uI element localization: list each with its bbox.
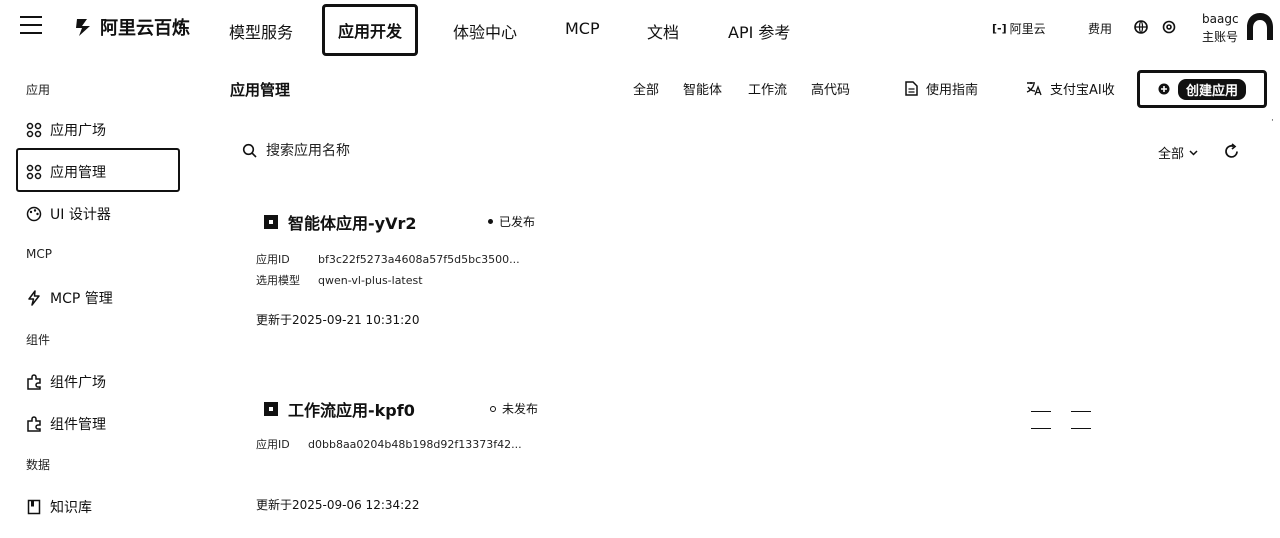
- search-box[interactable]: [242, 142, 468, 160]
- status-dot-icon: [488, 219, 493, 224]
- sidebar-group-data: 数据: [26, 458, 51, 472]
- nav-experience-center[interactable]: 体验中心: [453, 19, 517, 43]
- app-id-row: 应用ID d0bb8aa0204b48b198d92f13373f42...: [256, 436, 522, 452]
- status-label: 已发布: [499, 215, 536, 229]
- create-app-label: 创建应用: [1177, 78, 1246, 100]
- book-icon: [27, 499, 41, 515]
- avatar[interactable]: [1244, 10, 1276, 44]
- user-role: 主账号: [1202, 30, 1239, 44]
- globe-icon[interactable]: [1133, 19, 1149, 35]
- top-bar: 阿里云百炼 模型服务 应用开发 体验中心 MCP 文档 API 参考 [-] 阿…: [0, 0, 1280, 58]
- nav-model-service[interactable]: 模型服务: [229, 19, 293, 43]
- user-name: baagc: [1202, 12, 1239, 26]
- user-info[interactable]: baagc 主账号: [1202, 10, 1239, 46]
- cursor-mark: ·: [1271, 116, 1274, 126]
- status-dot-icon: [490, 405, 496, 412]
- filter-all[interactable]: 全部: [633, 79, 659, 98]
- app-name: 工作流应用-kpf0: [288, 401, 415, 420]
- sort-select-value: 全部: [1158, 147, 1185, 162]
- sidebar-item-label: 知识库: [50, 500, 92, 516]
- alipay-link[interactable]: 支付宝AI收: [1026, 79, 1115, 98]
- app-model-value: qwen-vl-plus-latest: [318, 274, 423, 287]
- divider: [1071, 428, 1091, 429]
- app-updated: 更新于2025-09-21 10:31:20: [256, 313, 420, 327]
- grid-icon: [26, 164, 42, 180]
- sidebar-item-app-manage[interactable]: 应用管理: [26, 162, 106, 182]
- app-card[interactable]: 智能体应用-yVr2 已发布 应用ID bf3c22f5273a4608a57f5…: [256, 208, 556, 338]
- sidebar-item-component-plaza[interactable]: 组件广场: [26, 372, 106, 392]
- app-model-row: 选用模型 qwen-vl-plus-latest: [256, 272, 423, 288]
- app-id-value: bf3c22f5273a4608a57f5d5bc3500...: [318, 253, 520, 266]
- create-app-button[interactable]: 创建应用: [1137, 70, 1267, 108]
- status-badge: 已发布: [488, 213, 535, 230]
- nav-api-reference[interactable]: API 参考: [728, 19, 790, 43]
- puzzle-icon: [27, 416, 41, 432]
- workflow-app-icon: [264, 402, 278, 416]
- palette-icon: [26, 206, 42, 222]
- alipay-label: 支付宝AI收: [1050, 83, 1115, 98]
- nav-docs[interactable]: 文档: [647, 19, 679, 43]
- page-title: 应用管理: [230, 81, 291, 99]
- filter-agent[interactable]: 智能体: [683, 79, 722, 98]
- divider: [1071, 411, 1091, 412]
- search-input[interactable]: [264, 142, 468, 160]
- translate-icon: [1026, 82, 1042, 96]
- sidebar-item-label: 组件管理: [50, 417, 106, 433]
- filter-workflow[interactable]: 工作流: [748, 79, 787, 98]
- sidebar-item-label: 组件广场: [50, 375, 106, 391]
- app-id-row: 应用ID bf3c22f5273a4608a57f5d5bc3500...: [256, 251, 520, 267]
- app-updated: 更新于2025-09-06 12:34:22: [256, 498, 420, 512]
- divider: [1031, 411, 1051, 412]
- app-model-label: 选用模型: [256, 274, 300, 287]
- filter-high-code[interactable]: 高代码: [811, 79, 850, 98]
- sidebar-group-component: 组件: [26, 333, 51, 347]
- plus-circle-icon: [1158, 83, 1170, 95]
- app-id-label: 应用ID: [256, 253, 290, 266]
- aliyun-label: 阿里云: [1009, 22, 1046, 36]
- app-name: 智能体应用-yVr2: [288, 214, 417, 233]
- nav-app-dev-label: 应用开发: [337, 22, 402, 41]
- divider: [1031, 428, 1051, 429]
- brand-name: 阿里云百炼: [100, 18, 190, 39]
- app-card-title: 工作流应用-kpf0: [264, 397, 415, 421]
- agent-app-icon: [264, 215, 278, 229]
- sidebar-item-label: MCP 管理: [50, 291, 113, 307]
- sidebar-group-mcp: MCP: [26, 247, 52, 261]
- refresh-icon[interactable]: [1223, 143, 1240, 160]
- sidebar-item-ui-designer[interactable]: UI 设计器: [26, 204, 111, 224]
- status-badge: 未发布: [490, 400, 538, 417]
- aliyun-link[interactable]: [-] 阿里云: [992, 20, 1046, 37]
- sidebar-item-knowledge-base[interactable]: 知识库: [26, 497, 92, 517]
- app-card[interactable]: 工作流应用-kpf0 未发布 应用ID d0bb8aa0204b48b198d92…: [256, 395, 556, 515]
- search-icon: [242, 143, 257, 158]
- nav-app-dev[interactable]: 应用开发: [322, 4, 418, 56]
- sidebar-item-app-plaza[interactable]: 应用广场: [26, 120, 106, 140]
- sidebar-item-mcp-manage[interactable]: MCP 管理: [26, 288, 113, 308]
- fee-link[interactable]: 费用: [1088, 20, 1112, 37]
- nav-mcp[interactable]: MCP: [565, 19, 600, 38]
- grid-icon: [26, 122, 42, 138]
- sidebar-item-label: UI 设计器: [50, 207, 111, 223]
- puzzle-icon: [27, 374, 41, 390]
- sidebar-item-label: 应用广场: [50, 123, 106, 139]
- app-card-title: 智能体应用-yVr2: [264, 210, 416, 234]
- chevron-down-icon: [1189, 149, 1198, 156]
- app-id-value: d0bb8aa0204b48b198d92f13373f42...: [308, 438, 522, 451]
- guide-label: 使用指南: [926, 83, 979, 98]
- sidebar-item-label: 应用管理: [50, 165, 106, 181]
- sidebar-group-app: 应用: [26, 83, 51, 97]
- guide-link[interactable]: 使用指南: [905, 79, 978, 98]
- brand-mark-icon: [76, 19, 90, 36]
- app-id-label: 应用ID: [256, 438, 290, 451]
- sidebar-item-component-manage[interactable]: 组件管理: [26, 414, 106, 434]
- brand-logo[interactable]: 阿里云百炼: [74, 14, 190, 40]
- gear-icon[interactable]: [1161, 19, 1177, 35]
- document-icon: [905, 81, 918, 96]
- lightning-icon: [28, 290, 40, 306]
- status-label: 未发布: [502, 402, 539, 416]
- aliyun-icon: [-]: [992, 22, 1007, 35]
- menu-icon[interactable]: [20, 16, 42, 36]
- sort-select[interactable]: 全部: [1158, 143, 1198, 162]
